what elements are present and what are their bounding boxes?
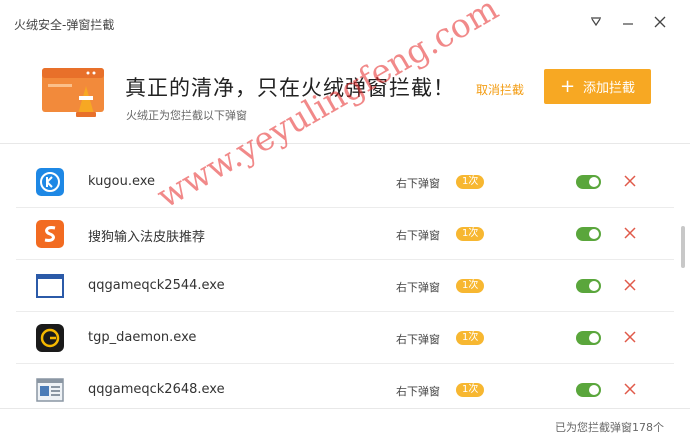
list-item: tgp_daemon.exe 右下弹窗 1次 xyxy=(16,312,674,364)
footer-divider xyxy=(0,408,690,409)
title-bar: 火绒安全-弹窗拦截 xyxy=(0,0,690,48)
toggle-knob xyxy=(589,177,599,187)
headline: 真正的清净，只在火绒弹窗拦截！ xyxy=(125,76,455,100)
count-badge: 1次 xyxy=(456,279,485,293)
app-name: 搜狗输入法皮肤推荐 xyxy=(88,230,206,245)
minimize-icon[interactable] xyxy=(618,12,638,32)
popup-position: 右下弹窗 xyxy=(396,177,440,190)
list-item: kugou.exe 右下弹窗 1次 xyxy=(16,156,674,208)
window-title: 火绒安全-弹窗拦截 xyxy=(14,18,115,32)
window-icon xyxy=(36,272,64,300)
popup-block-illustration-icon xyxy=(42,68,106,118)
delete-icon[interactable] xyxy=(622,277,638,293)
list-scrollbar[interactable] xyxy=(680,156,686,408)
scrollbar-thumb[interactable] xyxy=(681,226,685,268)
add-block-button[interactable]: + 添加拦截 xyxy=(544,69,651,104)
popup-position: 右下弹窗 xyxy=(396,281,440,294)
block-toggle[interactable] xyxy=(576,331,601,345)
header-divider xyxy=(0,143,690,144)
document-window-icon xyxy=(36,376,64,404)
close-icon[interactable] xyxy=(650,12,670,32)
sogou-icon xyxy=(36,220,64,248)
app-name: tgp_daemon.exe xyxy=(88,330,197,345)
block-toggle[interactable] xyxy=(576,279,601,293)
blocked-count-summary: 已为您拦截弹窗178个 xyxy=(555,421,664,434)
block-toggle[interactable] xyxy=(576,227,601,241)
toggle-knob xyxy=(589,385,599,395)
toggle-knob xyxy=(589,333,599,343)
delete-icon[interactable] xyxy=(622,381,638,397)
count-badge: 1次 xyxy=(456,331,485,345)
list-item: qqgameqck2544.exe 右下弹窗 1次 xyxy=(16,260,674,312)
header-banner: 真正的清净，只在火绒弹窗拦截！ 火绒正为您拦截以下弹窗 取消拦截 + 添加拦截 xyxy=(0,48,690,140)
dropdown-icon[interactable] xyxy=(586,12,606,32)
blocked-popup-list: kugou.exe 右下弹窗 1次 搜狗输入法皮肤推荐 右下弹窗 1次 qqga… xyxy=(0,156,676,408)
delete-icon[interactable] xyxy=(622,225,638,241)
count-badge: 1次 xyxy=(456,227,485,241)
block-toggle[interactable] xyxy=(576,383,601,397)
app-name: qqgameqck2648.exe xyxy=(88,382,225,397)
plus-icon: + xyxy=(559,75,576,97)
add-block-label: 添加拦截 xyxy=(583,81,636,96)
tgp-icon xyxy=(36,324,64,352)
popup-position: 右下弹窗 xyxy=(396,333,440,346)
toggle-knob xyxy=(589,229,599,239)
delete-icon[interactable] xyxy=(622,173,638,189)
list-item: qqgameqck2648.exe 右下弹窗 1次 xyxy=(16,364,674,408)
subline: 火绒正为您拦截以下弹窗 xyxy=(126,109,247,122)
popup-position: 右下弹窗 xyxy=(396,385,440,398)
count-badge: 1次 xyxy=(456,175,485,189)
app-name: qqgameqck2544.exe xyxy=(88,278,225,293)
app-name: kugou.exe xyxy=(88,174,156,189)
toggle-knob xyxy=(589,281,599,291)
cancel-block-link[interactable]: 取消拦截 xyxy=(476,81,524,98)
list-item: 搜狗输入法皮肤推荐 右下弹窗 1次 xyxy=(16,208,674,260)
count-badge: 1次 xyxy=(456,383,485,397)
kugou-icon xyxy=(36,168,64,196)
popup-position: 右下弹窗 xyxy=(396,229,440,242)
block-toggle[interactable] xyxy=(576,175,601,189)
delete-icon[interactable] xyxy=(622,329,638,345)
